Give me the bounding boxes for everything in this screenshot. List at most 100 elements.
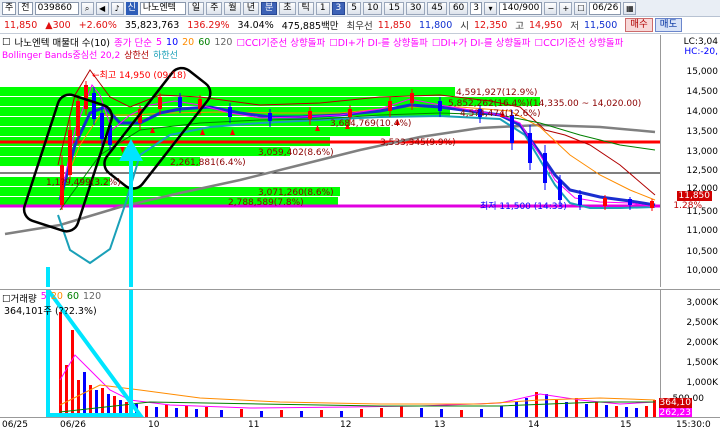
period-second[interactable]: 초 bbox=[279, 1, 296, 15]
minute-3[interactable]: 3 bbox=[331, 1, 346, 15]
minute-30[interactable]: 30 bbox=[405, 1, 426, 15]
date-tick: 10 bbox=[148, 420, 160, 430]
vp-label-10: 3,533,345(9.9%) bbox=[380, 138, 456, 148]
stock-code-input[interactable]: 039860 bbox=[34, 1, 79, 15]
vp-label-1: 4,591,927(12.9%) bbox=[456, 88, 537, 98]
date-tick: 13 bbox=[434, 420, 446, 430]
price-tick: 14,000 bbox=[686, 107, 719, 117]
minute-5[interactable]: 5 bbox=[347, 1, 362, 15]
vp-label-6: 2,261,881(6.4%) bbox=[170, 158, 246, 168]
price-tick: 11,000 bbox=[686, 226, 719, 236]
prev-select[interactable]: 전 bbox=[18, 1, 33, 15]
legend-ma-120: 120 bbox=[214, 36, 233, 48]
legend-signal-1[interactable]: ☐CCI기준선 상향돌파 bbox=[236, 35, 325, 49]
legend-main[interactable]: 나노엔텍 매물대 수(10) bbox=[15, 35, 110, 49]
minute-10[interactable]: 10 bbox=[363, 1, 383, 15]
price-tick: 10,500 bbox=[686, 247, 719, 257]
minute-15[interactable]: 15 bbox=[384, 1, 404, 15]
axis-note-2: HC:-20, bbox=[684, 47, 718, 57]
minute-1[interactable]: 1 bbox=[315, 1, 330, 15]
date-tick: 11 bbox=[248, 420, 260, 430]
period-minute[interactable]: 분 bbox=[260, 1, 278, 15]
period-day[interactable]: 일 bbox=[187, 1, 205, 15]
volume-bars bbox=[59, 312, 656, 417]
legend-checkbox-icon[interactable]: ☐ bbox=[2, 37, 11, 48]
low-label: 저 bbox=[570, 21, 580, 32]
minute-45[interactable]: 45 bbox=[427, 1, 447, 15]
date-tick: 06/26 bbox=[60, 420, 86, 430]
open-label: 시 bbox=[460, 21, 470, 32]
vp-label-8: 3,071,260(8.6%) bbox=[258, 188, 334, 198]
time-readout: 15:30:0 bbox=[676, 420, 711, 430]
period-week[interactable]: 주 bbox=[206, 1, 223, 15]
bollinger-legend: Bollinger Bands중심선 20,2 상한선 하한선 bbox=[0, 48, 178, 61]
prev-arrow-icon[interactable]: ◀ bbox=[95, 1, 109, 15]
current-price-tag: 11,850 bbox=[676, 191, 712, 201]
volume-ratio: 136.29% bbox=[187, 19, 230, 31]
sell-button[interactable]: 매도 bbox=[654, 18, 683, 32]
open-price: 12,350 bbox=[474, 19, 508, 31]
low-price: 11,500 bbox=[584, 19, 618, 31]
vp-label-9: 2,788,589(7.8%) bbox=[228, 198, 304, 208]
calendar-icon[interactable]: ▦ bbox=[623, 1, 637, 15]
range-field[interactable]: 140/900 bbox=[499, 1, 543, 15]
high-label: 고 bbox=[515, 21, 525, 32]
zoom-out-icon[interactable]: − bbox=[544, 1, 558, 15]
period-year[interactable]: 년 bbox=[242, 1, 259, 15]
price-tick: 10,000 bbox=[686, 266, 719, 276]
date-tick: 12 bbox=[340, 420, 352, 430]
sound-icon[interactable]: ♪ bbox=[110, 1, 124, 15]
dropdown-icon[interactable]: ▾ bbox=[484, 1, 498, 15]
volume-value: 35,823,763 bbox=[124, 19, 180, 31]
price-chart-panel[interactable]: ←최고 14,950 (09:18) 4,591,927(12.9%) 5,85… bbox=[0, 35, 660, 287]
turnover-percent: 34.04% bbox=[237, 19, 274, 31]
trade-amount: 475,885백만 bbox=[281, 21, 339, 32]
date-tick: 14 bbox=[528, 420, 540, 430]
minute-60[interactable]: 60 bbox=[448, 1, 469, 15]
period-month[interactable]: 월 bbox=[224, 1, 241, 15]
vol-tick: 3,000K bbox=[686, 298, 718, 308]
vp-label-2: 5,852,262(16.4%)(14,335.00 ~ 14,020.00) bbox=[448, 99, 641, 109]
date-tick: 15 bbox=[620, 420, 632, 430]
market-select[interactable]: 주 bbox=[2, 1, 17, 15]
legend-ma-20: 20 bbox=[182, 36, 195, 48]
price-tick: 12,500 bbox=[686, 166, 719, 176]
high-price: 14,950 bbox=[529, 19, 563, 31]
stock-name-field[interactable]: 나노엔텍 bbox=[139, 1, 186, 15]
price-axis: LC:3,04 HC:-20, 15,000 14,500 14,000 13,… bbox=[660, 35, 720, 287]
high-marker: ←최고 14,950 (09:18) bbox=[92, 70, 186, 81]
volume-chart-svg bbox=[46, 290, 656, 417]
legend-signal-2[interactable]: ☐DI+가 DI-를 상향돌파 bbox=[329, 35, 428, 49]
vol-tick: 2,500K bbox=[686, 318, 718, 328]
volume-axis: 3,000K 2,500K 2,000K 1,500K 1,000K 500,0… bbox=[658, 289, 720, 418]
vol-tick: 1,500K bbox=[686, 358, 718, 368]
vp-label-3: 4,5?4,474(12.6%) bbox=[460, 109, 540, 119]
legend-lower: 하한선 bbox=[153, 51, 178, 61]
period-tick[interactable]: 틱 bbox=[297, 1, 314, 15]
legend-bollinger[interactable]: Bollinger Bands중심선 20,2 bbox=[2, 48, 120, 61]
price-chart-svg: ←최고 14,950 (09:18) 4,591,927(12.9%) 5,85… bbox=[0, 66, 660, 287]
best-ask: 11,850 bbox=[377, 19, 412, 31]
axis-note-1: LC:3,04 bbox=[683, 37, 718, 47]
date-axis: 06/25 06/26 10 11 12 13 14 15 15:30:0 bbox=[0, 417, 720, 432]
buy-button[interactable]: 매수 bbox=[625, 18, 653, 32]
price-tick: 11,500 bbox=[686, 207, 719, 217]
vp-label-7: 1,1?9,499(3.2%) bbox=[46, 178, 121, 188]
search-icon[interactable]: ⌕ bbox=[80, 1, 94, 15]
vol-last-tag: 364,10 bbox=[658, 398, 692, 408]
change-amount: ▲300 bbox=[45, 19, 71, 31]
date-field[interactable]: 06/26 bbox=[589, 1, 622, 15]
indicator-legend: ☐ 나노엔텍 매물대 수(10) 종가 단순 5 10 20 60 120 ☐C… bbox=[0, 35, 660, 50]
price-tick: 14,500 bbox=[686, 87, 719, 97]
legend-upper: 상한선 bbox=[124, 51, 150, 61]
volume-panel[interactable]: ☐거래량 5 20 60 120 364,101주 (??2.3%) bbox=[0, 289, 660, 417]
legend-signal-3[interactable]: ☐DI+가 DI-를 상향돌파 bbox=[432, 35, 531, 49]
vol-tick: 2,000K bbox=[686, 338, 718, 348]
date-tick: 06/25 bbox=[2, 420, 28, 430]
price-tick: 13,000 bbox=[686, 147, 719, 157]
interval-input[interactable]: 3 bbox=[470, 1, 483, 15]
zoom-in-icon[interactable]: + bbox=[559, 1, 573, 15]
legend-signal-4[interactable]: ☐CCI기준선 상향돌파 bbox=[535, 35, 624, 49]
legend-ma-label[interactable]: 종가 단순 bbox=[114, 35, 152, 49]
checkbox-icon[interactable]: ☐ bbox=[574, 1, 588, 15]
